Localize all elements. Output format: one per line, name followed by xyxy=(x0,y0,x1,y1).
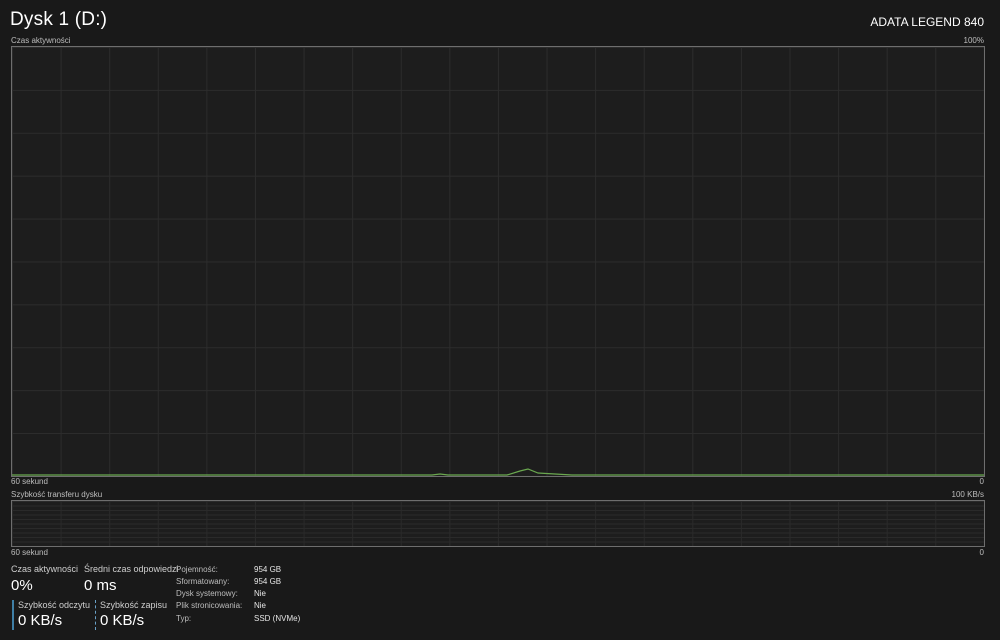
activity-graph-time-label: 60 sekund xyxy=(11,477,48,486)
activity-graph xyxy=(11,46,985,477)
active-time-value: 0% xyxy=(11,577,33,594)
page-file-value: Nie xyxy=(254,601,267,610)
disk-performance-panel: Dysk 1 (D:) ADATA LEGEND 840 Czas aktywn… xyxy=(0,0,1000,640)
write-speed-label: Szybkość zapisu xyxy=(100,600,168,610)
read-speed-indicator xyxy=(12,600,14,630)
formatted-label: Sformatowany: xyxy=(176,577,230,586)
system-disk-value: Nie xyxy=(254,589,267,598)
write-speed-indicator xyxy=(95,600,96,630)
page-file-label: Plik stronicowania: xyxy=(176,601,243,610)
transfer-graph xyxy=(11,500,985,547)
activity-graph-min-label: 0 xyxy=(979,477,984,486)
activity-line xyxy=(12,468,984,476)
system-disk-label: Dysk systemowy: xyxy=(176,589,238,598)
active-time-label: Czas aktywności xyxy=(11,564,79,574)
response-time-value: 0 ms xyxy=(84,577,117,594)
type-label: Typ: xyxy=(176,614,192,623)
activity-graph-plot xyxy=(12,468,984,476)
transfer-graph-time-label: 60 sekund xyxy=(11,548,48,557)
read-speed-value: 0 KB/s xyxy=(18,612,63,629)
capacity-label: Pojemność: xyxy=(176,565,218,574)
activity-graph-max-label: 100% xyxy=(963,36,984,45)
formatted-value: 954 GB xyxy=(254,577,282,586)
write-speed-value: 0 KB/s xyxy=(100,612,145,629)
device-name: ADATA LEGEND 840 xyxy=(870,15,984,29)
page-title: Dysk 1 (D:) xyxy=(10,9,108,30)
read-speed-label: Szybkość odczytu xyxy=(18,600,91,610)
transfer-graph-label: Szybkość transferu dysku xyxy=(11,490,103,499)
capacity-value: 954 GB xyxy=(254,565,282,574)
response-time-label: Średni czas odpowiedzi xyxy=(84,564,179,574)
type-value: SSD (NVMe) xyxy=(254,614,301,623)
activity-graph-label: Czas aktywności xyxy=(11,36,71,45)
transfer-graph-max-label: 100 KB/s xyxy=(951,490,984,499)
transfer-graph-min-label: 0 xyxy=(979,548,984,557)
